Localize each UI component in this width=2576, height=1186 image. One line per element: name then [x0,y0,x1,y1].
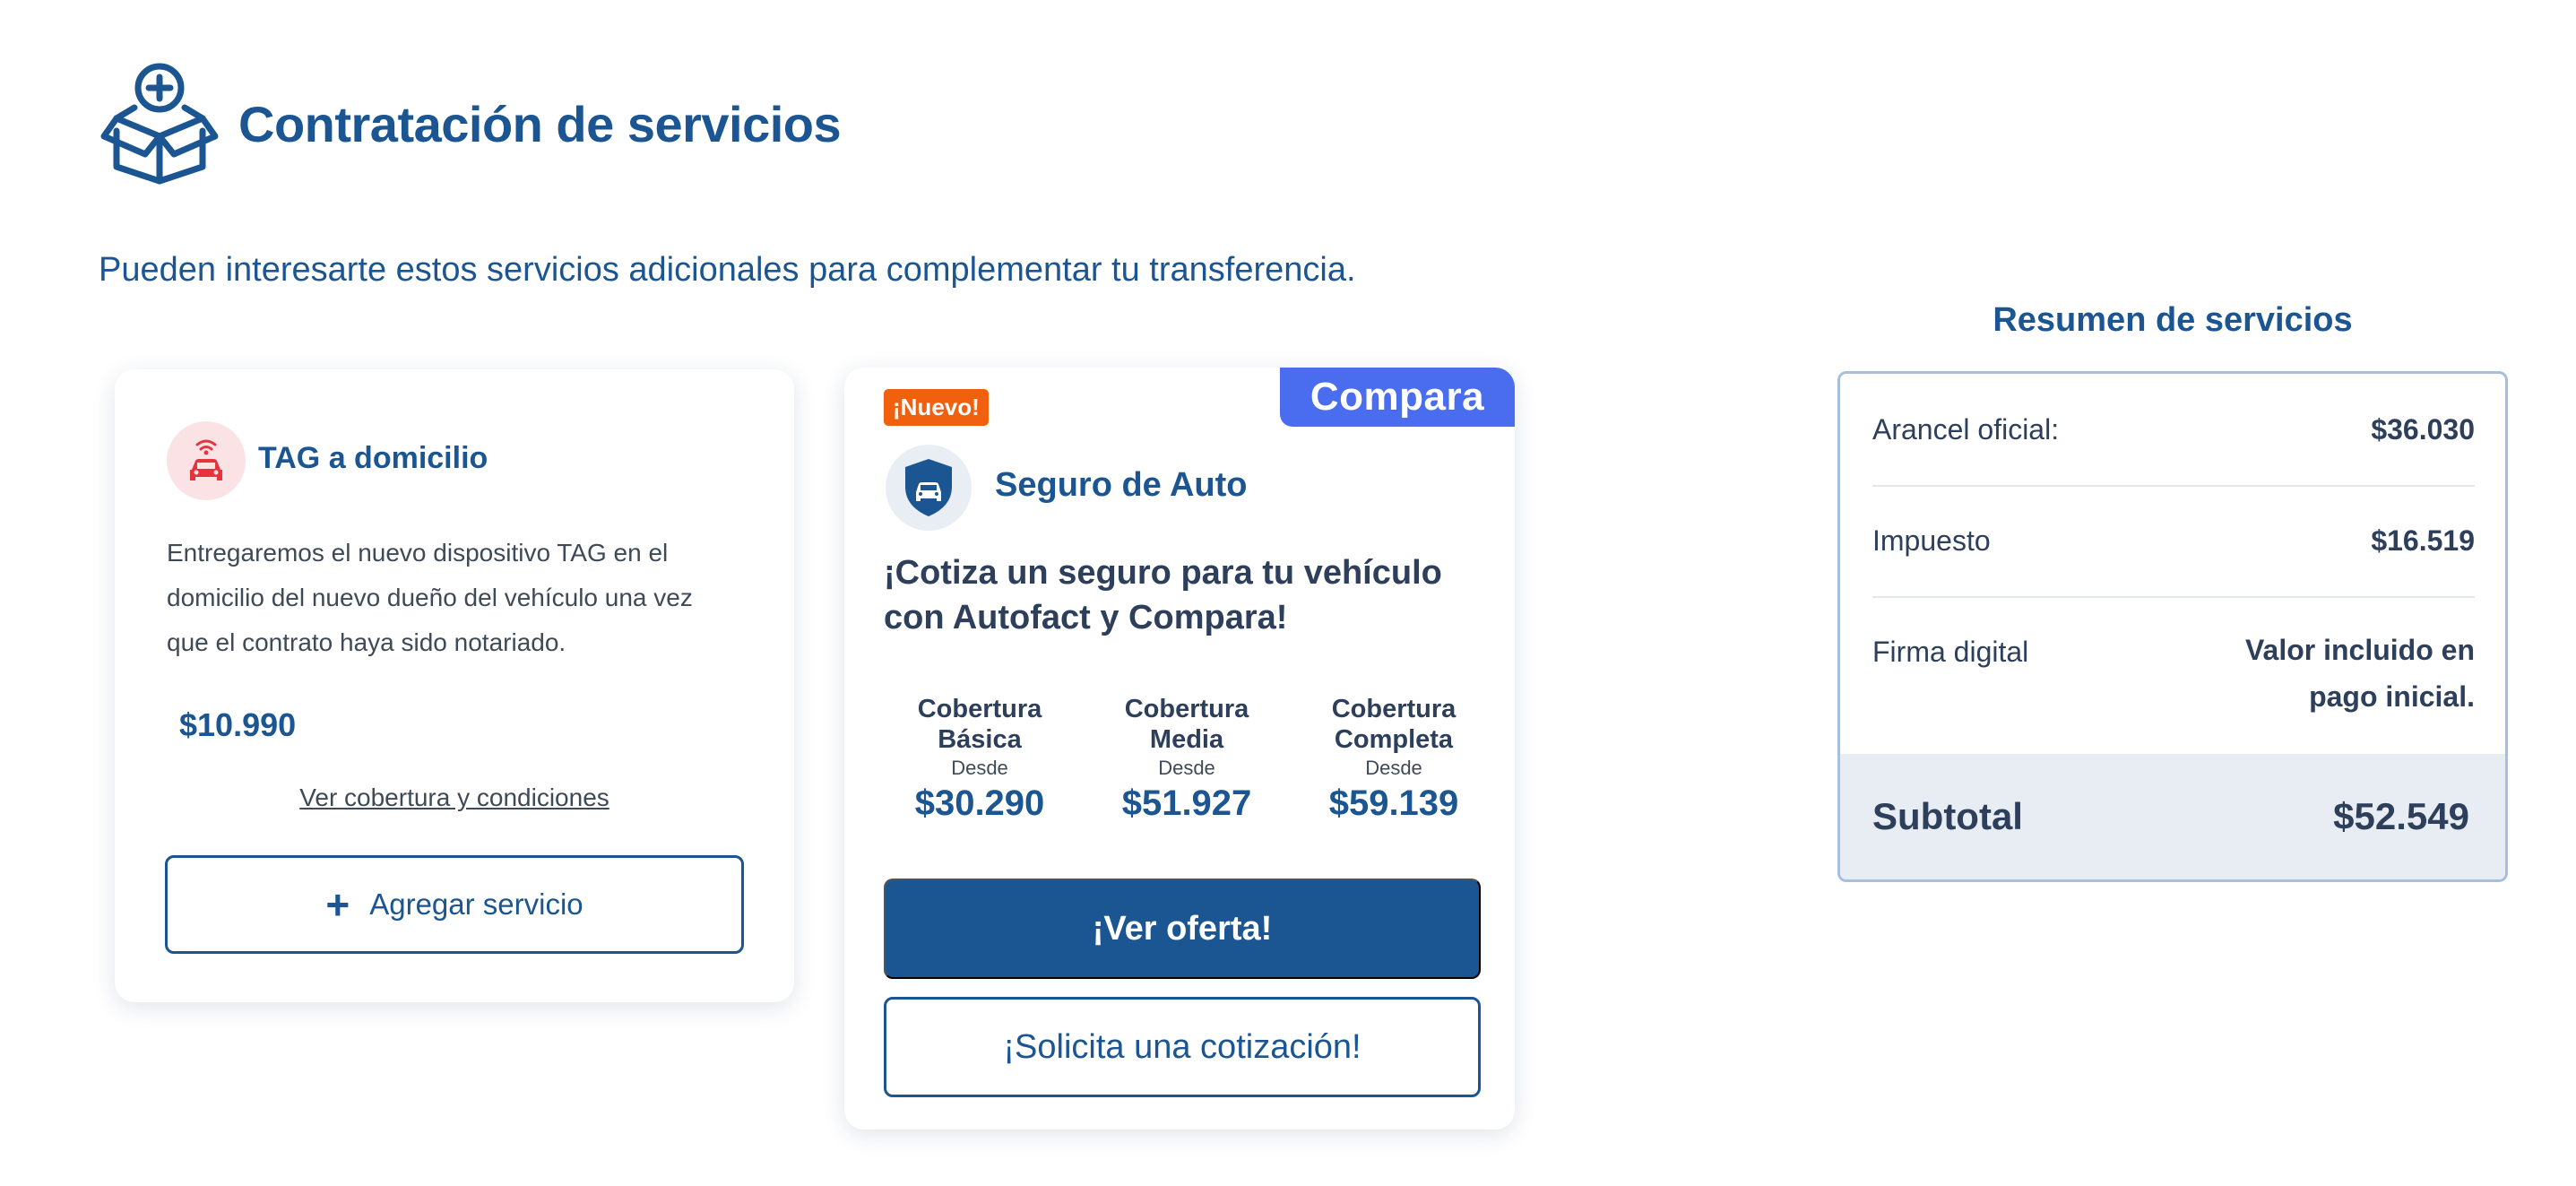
summary-label: Impuesto [1872,524,1991,557]
services-summary: Arancel oficial: $36.030 Impuesto $16.51… [1837,371,2508,882]
insurance-title: Seguro de Auto [995,466,1248,504]
subtotal-value: $52.549 [2333,795,2469,837]
coverage-options: Cobertura Básica Desde $30.290 Cobertura… [886,694,1488,824]
coverage-conditions-link[interactable]: Ver cobertura y condiciones [115,783,794,812]
summary-row-tax: Impuesto $16.519 [1872,524,2475,558]
coverage-name: Cobertura Completa [1331,695,1457,754]
summary-value: $36.030 [2371,413,2475,446]
coverage-name: Cobertura Media [1124,695,1249,754]
summary-divider [1872,485,2475,487]
page-header: Contratación de servicios [99,61,842,186]
coverage-price: $59.139 [1328,783,1459,823]
box-add-icon [100,63,219,185]
tag-service-title: TAG a domicilio [258,441,488,475]
add-service-label: Agregar servicio [369,887,583,921]
tag-service-price: $10.990 [179,706,297,743]
new-badge: ¡Nuevo! [884,389,989,426]
shield-car-icon [905,459,952,516]
coverage-basic: Cobertura Básica Desde $30.290 [886,694,1074,824]
view-offer-button[interactable]: ¡Ver oferta! [884,879,1481,979]
coverage-price: $51.927 [1121,783,1252,823]
coverage-medium: Cobertura Media Desde $51.927 [1093,694,1281,824]
request-quote-button[interactable]: ¡Solicita una cotización! [884,997,1481,1097]
coverage-from: Desde [951,757,1008,779]
summary-subtotal: Subtotal $52.549 [1840,754,2505,879]
compara-logo: Compara [1280,368,1515,427]
insurance-headline: ¡Cotiza un seguro para tu vehículo con A… [884,554,1442,636]
tag-icon-badge [167,421,246,500]
summary-value: Valor incluido en pago inicial. [2244,634,2475,713]
coverage-complete: Cobertura Completa Desde $59.139 [1300,694,1488,824]
plus-icon: + [325,881,350,928]
summary-divider [1872,596,2475,598]
coverage-name: Cobertura Básica [917,695,1042,754]
coverage-from: Desde [1158,757,1215,779]
coverage-from: Desde [1365,757,1422,779]
subtotal-label: Subtotal [1872,795,2023,837]
summary-value: $16.519 [2371,524,2475,557]
summary-row-signature: Firma digital Valor incluido en pago ini… [1872,627,2475,720]
summary-label: Arancel oficial: [1872,413,2060,446]
car-insurance-card: ¡Nuevo! Compara Seguro de Auto ¡Cotiza u… [844,368,1515,1130]
car-signal-icon [190,439,222,480]
intro-text: Pueden interesarte estos servicios adici… [99,251,1356,289]
add-service-button[interactable]: + Agregar servicio [165,855,744,954]
coverage-price: $30.290 [914,783,1045,823]
page-title: Contratación de servicios [238,95,842,152]
summary-title: Resumen de servicios [1993,301,2353,339]
summary-label: Firma digital [1872,636,2029,668]
tag-service-description: Entregaremos el nuevo dispositivo TAG en… [167,539,693,656]
tag-service-card: TAG a domicilio Entregaremos el nuevo di… [115,369,794,1002]
summary-row-fee: Arancel oficial: $36.030 [1872,413,2475,446]
insurance-icon-badge [886,445,972,531]
